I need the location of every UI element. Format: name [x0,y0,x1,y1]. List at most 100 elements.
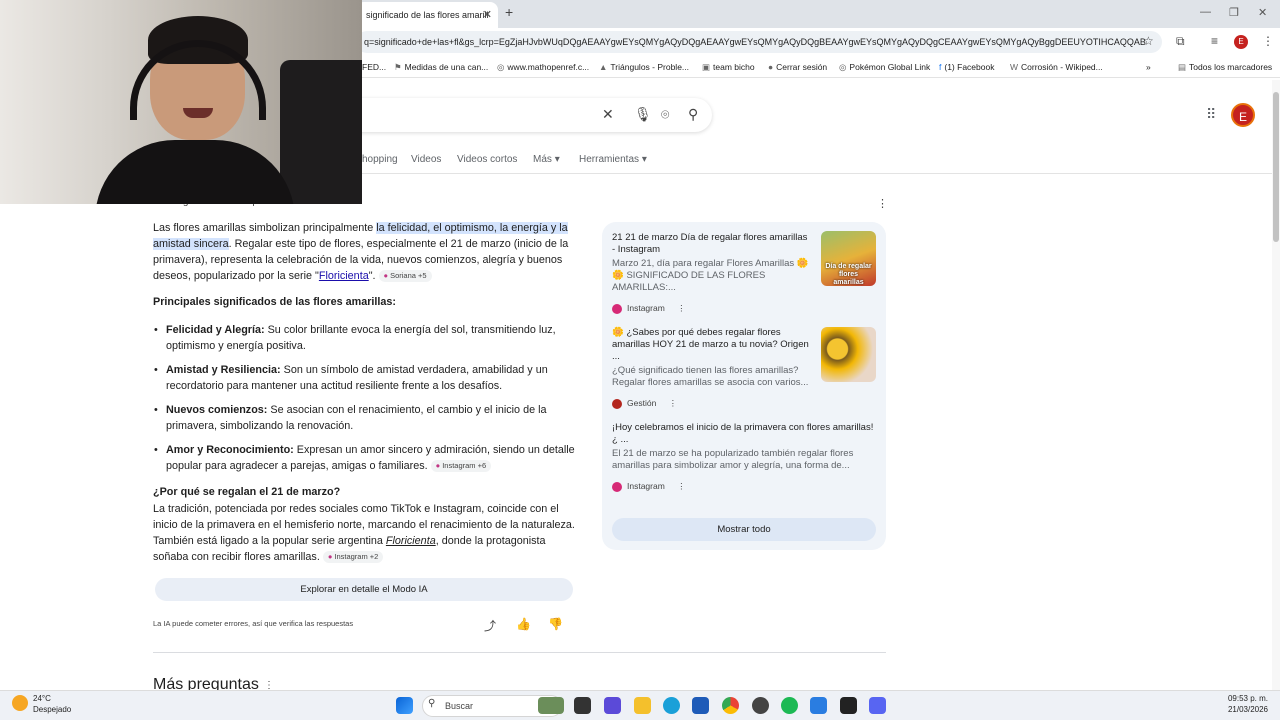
bookmark-item[interactable]: ● Cerrar sesión [768,62,827,72]
avatar[interactable]: E [1231,103,1255,127]
bookmark-item[interactable]: W Corrosión - Wikiped... [1010,62,1103,72]
weather-icon[interactable] [12,695,28,711]
instagram-icon [612,303,622,314]
tab-more[interactable]: Más ▾ [533,154,560,165]
weather-status[interactable]: Despejado [33,705,71,714]
discord-icon[interactable] [869,697,886,714]
more-options-icon[interactable]: ⋮ [877,197,888,210]
source-card[interactable]: 21 21 de marzo Día de regalar flores ama… [612,232,812,314]
taskbar: 24°C Despejado Buscar ⚲ 09:53 p. m. 21/0… [0,690,1280,720]
webcam-overlay [0,0,362,204]
bookmark-item[interactable]: ▣ team bicho [702,62,755,73]
scrollbar[interactable] [1272,80,1280,690]
search-input[interactable]: ✕ 🎙 ⌾ ⚲ [330,98,712,132]
app-icon[interactable] [810,697,827,714]
search-icon: ⚲ [428,698,436,709]
more-bookmarks-icon[interactable]: » [1146,62,1151,72]
reading-list-icon[interactable]: ≡ [1211,34,1218,48]
app-icon[interactable] [604,697,621,714]
address-bar[interactable]: q=significado+de+las+fl&gs_lcrp=EgZjaHJv… [356,31,1162,53]
temperature[interactable]: 24°C [33,694,51,703]
windows-start-icon[interactable] [396,697,413,714]
close-window-icon[interactable]: ✕ [1258,6,1267,19]
close-tab-icon[interactable]: ✕ [483,2,492,28]
instagram-icon [612,481,622,492]
widget-icon[interactable] [538,697,564,714]
scrollbar-thumb[interactable] [1273,92,1279,242]
section-heading: ¿Por qué se regalan el 21 de marzo? [153,486,341,498]
app-icon[interactable] [752,697,769,714]
clock-date[interactable]: 21/03/2026 [1228,705,1268,714]
source-card[interactable]: ¡Hoy celebramos el inicio de la primaver… [612,422,874,492]
source-chip[interactable]: ● Soriana +5 [378,270,432,283]
all-bookmarks[interactable]: ▤ Todos los marcadores [1178,62,1272,73]
ai-intro-paragraph: Las flores amarillas simbolizan principa… [153,222,569,283]
folder-icon: ▤ [1178,62,1187,72]
profile-avatar-small[interactable]: E [1234,35,1248,49]
browser-tab[interactable]: significado de las flores amarill ✕ [356,2,498,28]
more-options-icon: ⋮ [677,481,686,491]
disclaimer: La IA puede cometer errores, así que ver… [153,619,354,628]
tab-tools[interactable]: Herramientas ▾ [579,154,647,165]
source-site: Instagram ⋮ [612,480,874,492]
source-chip[interactable]: ● Instagram +6 [430,460,492,473]
tab-videos[interactable]: Videos [411,154,441,165]
bookmark-item[interactable]: FED... [362,62,386,72]
task-view-icon[interactable] [574,697,591,714]
app-icon[interactable] [840,697,857,714]
share-icon[interactable]: ⤴ [484,617,496,634]
clock-time[interactable]: 09:53 p. m. [1228,694,1268,703]
minimize-icon[interactable]: — [1200,6,1211,18]
tab-shopping[interactable]: hopping [362,154,398,165]
menu-icon[interactable]: ⋮ [1262,34,1274,48]
microphone-icon[interactable]: 🎙 [634,106,652,123]
search-icon[interactable]: ⚲ [688,106,698,123]
source-thumbnail[interactable] [821,327,876,382]
bookmark-icon: ▣ [702,62,711,72]
file-explorer-icon[interactable] [634,697,651,714]
explore-ai-mode-button[interactable]: Explorar en detalle el Modo IA [155,578,573,601]
bookmark-star-icon[interactable]: ☆ [1143,34,1154,48]
chrome-icon[interactable] [722,697,739,714]
source-title[interactable]: ¡Hoy celebramos el inicio de la primaver… [612,422,874,446]
source-chip[interactable]: ● Instagram +2 [322,551,384,564]
bookmark-item[interactable]: ◎ Pokémon Global Link [839,62,930,73]
source-description: ¿Qué significado tienen las flores amari… [612,365,809,388]
source-title[interactable]: 🌼 ¿Sabes por qué debes regalar flores am… [612,327,812,363]
list-item: Amor y Reconocimiento: Expresan un amor … [153,442,578,474]
spotify-icon[interactable] [781,697,798,714]
extensions-icon[interactable]: ⧉ [1176,34,1185,49]
bookmark-item[interactable]: ◎ www.mathopenref.c... [497,62,589,73]
new-tab-icon[interactable]: + [505,4,513,20]
edge-icon[interactable] [663,697,680,714]
wikipedia-icon: W [1010,62,1019,72]
clear-icon[interactable]: ✕ [602,106,614,123]
bookmark-icon: ● [768,62,774,72]
bookmark-item[interactable]: ⚑ Medidas de una can... [394,62,488,73]
more-options-icon: ⋮ [677,303,686,313]
apps-grid-icon[interactable]: ⠿ [1206,106,1216,123]
maximize-icon[interactable]: ❐ [1229,6,1239,19]
instagram-icon: ● [435,461,441,471]
lens-icon[interactable]: ⌾ [661,106,669,123]
source-title[interactable]: 21 21 de marzo Día de regalar flores ama… [612,232,812,256]
chevron-down-icon: ▾ [641,154,647,165]
instagram-icon: ● [327,552,333,562]
divider [153,652,886,653]
store-icon[interactable] [692,697,709,714]
source-site: Instagram ⋮ [612,302,812,314]
source-card[interactable]: 🌼 ¿Sabes por qué debes regalar flores am… [612,327,812,409]
bookmark-item[interactable]: ▲ Triángulos - Proble... [599,62,689,72]
show-all-button[interactable]: Mostrar todo [612,518,876,541]
gestion-icon [612,398,622,409]
bookmark-item[interactable]: f (1) Facebook [939,62,994,72]
thumbs-down-icon[interactable]: 👎 [548,617,563,631]
paragraph: La tradición, potenciada por redes socia… [153,503,575,564]
tab-short-videos[interactable]: Videos cortos [457,154,517,165]
floricienta-link[interactable]: Floricienta [319,270,369,282]
source-thumbnail[interactable]: Día de regalar flores amarillas [821,231,876,286]
source-description: Marzo 21, día para regalar Flores Amaril… [612,258,809,293]
thumbs-up-icon[interactable]: 👍 [516,617,531,631]
list-item: Nuevos comienzos: Se asocian con el rena… [153,402,578,434]
source-icon: ● [383,271,389,281]
